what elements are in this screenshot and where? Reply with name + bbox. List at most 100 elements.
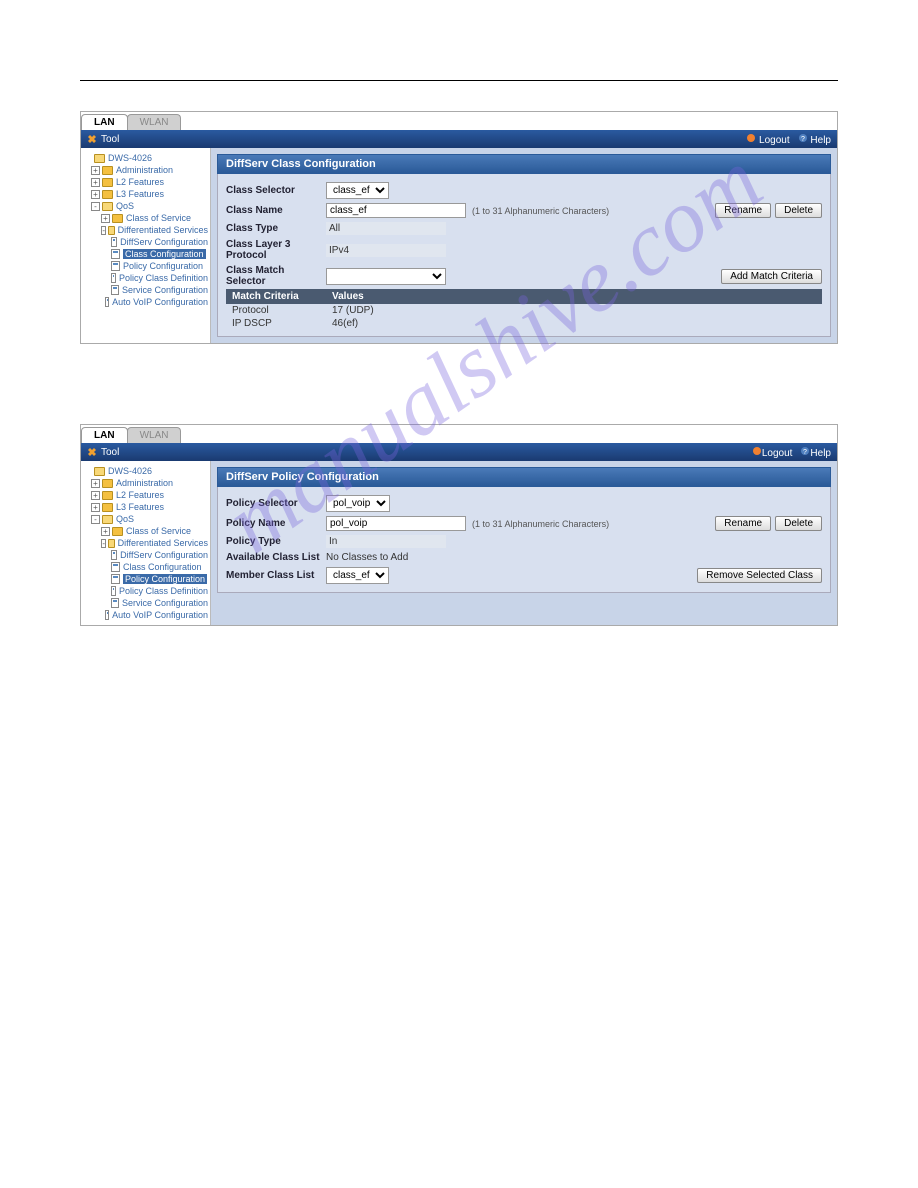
policy-selector[interactable]: pol_voip xyxy=(326,495,390,512)
tab-wlan[interactable]: WLAN xyxy=(127,114,182,130)
rename-button[interactable]: Rename xyxy=(715,203,771,218)
tree-root[interactable]: DWS-4026 xyxy=(83,465,208,477)
page-icon xyxy=(111,249,120,259)
folder-icon xyxy=(102,503,113,512)
tree-auto-voip[interactable]: Auto VoIP Configuration xyxy=(83,296,208,308)
folder-icon xyxy=(102,515,113,524)
tree-qos[interactable]: -QoS xyxy=(83,200,208,212)
tool-label[interactable]: Tool xyxy=(101,447,119,458)
tree-cos[interactable]: +Class of Service xyxy=(83,525,208,537)
match-selector[interactable] xyxy=(326,268,446,285)
tree-cos[interactable]: +Class of Service xyxy=(83,212,208,224)
tree-diff[interactable]: -Differentiated Services xyxy=(83,224,208,236)
tree-service-conf[interactable]: Service Configuration xyxy=(83,597,208,609)
tab-lan[interactable]: LAN xyxy=(81,114,128,130)
logout-link[interactable]: Logout xyxy=(752,446,793,459)
page-icon xyxy=(111,550,117,560)
class-name-label: Class Name xyxy=(226,205,326,216)
tree-l2[interactable]: +L2 Features xyxy=(83,176,208,188)
nav-tree: DWS-4026 +Administration +L2 Features +L… xyxy=(81,148,211,343)
member-class-label: Member Class List xyxy=(226,570,326,581)
help-link[interactable]: ?Help xyxy=(800,446,831,459)
collapse-icon[interactable]: - xyxy=(101,226,106,235)
tree-policy-class-def[interactable]: Policy Class Definition xyxy=(83,272,208,284)
help-icon: ? xyxy=(800,446,810,456)
expand-icon[interactable]: + xyxy=(101,214,110,223)
page-icon xyxy=(111,237,117,247)
help-link[interactable]: ? Help xyxy=(798,133,831,146)
folder-icon xyxy=(102,202,113,211)
svg-text:?: ? xyxy=(803,449,807,456)
tree-diffserv-conf[interactable]: DiffServ Configuration xyxy=(83,549,208,561)
tree-class-conf[interactable]: Class Configuration xyxy=(83,561,208,573)
collapse-icon[interactable]: - xyxy=(91,202,100,211)
tree-qos[interactable]: -QoS xyxy=(83,513,208,525)
policy-name-note: (1 to 31 Alphanumeric Characters) xyxy=(472,519,609,529)
tree-admin[interactable]: +Administration xyxy=(83,477,208,489)
tool-label[interactable]: Tool xyxy=(101,134,119,145)
delete-button[interactable]: Delete xyxy=(775,516,822,531)
table-row: IP DSCP 46(ef) xyxy=(226,317,822,330)
th-match: Match Criteria xyxy=(226,289,326,304)
folder-icon xyxy=(108,226,114,235)
avail-class-label: Available Class List xyxy=(226,552,326,563)
logout-icon xyxy=(746,133,756,143)
class-selector[interactable]: class_ef xyxy=(326,182,389,199)
rename-button[interactable]: Rename xyxy=(715,516,771,531)
class-type-value: All xyxy=(326,222,446,235)
screenshot-class-config: LAN WLAN Tool Logout ? Help xyxy=(80,111,838,344)
page-icon xyxy=(111,285,119,295)
page-icon xyxy=(111,273,116,283)
expand-icon[interactable]: + xyxy=(91,479,100,488)
screenshot-policy-config: LAN WLAN Tool Logout ?Help DWS-4026 +Adm… xyxy=(80,424,838,626)
add-match-button[interactable]: Add Match Criteria xyxy=(721,269,822,284)
table-row: Protocol 17 (UDP) xyxy=(226,304,822,317)
class-name-note: (1 to 31 Alphanumeric Characters) xyxy=(472,206,609,216)
class-type-label: Class Type xyxy=(226,223,326,234)
expand-icon[interactable]: + xyxy=(101,527,110,536)
logout-icon xyxy=(752,446,762,456)
tab-wlan[interactable]: WLAN xyxy=(127,427,182,443)
th-values: Values xyxy=(326,289,822,304)
tab-lan[interactable]: LAN xyxy=(81,427,128,443)
delete-button[interactable]: Delete xyxy=(775,203,822,218)
tree-class-conf[interactable]: Class Configuration xyxy=(83,248,208,260)
folder-icon xyxy=(102,166,113,175)
page-icon xyxy=(105,610,109,620)
tree-diffserv-conf[interactable]: DiffServ Configuration xyxy=(83,236,208,248)
tree-admin[interactable]: +Administration xyxy=(83,164,208,176)
expand-icon[interactable]: + xyxy=(91,178,100,187)
policy-selector-label: Policy Selector xyxy=(226,498,326,509)
expand-icon[interactable]: + xyxy=(91,190,100,199)
logout-link[interactable]: Logout xyxy=(746,133,789,146)
tree-diff[interactable]: -Differentiated Services xyxy=(83,537,208,549)
tree-l3[interactable]: +L3 Features xyxy=(83,501,208,513)
expand-icon[interactable]: + xyxy=(91,503,100,512)
tree-l3[interactable]: +L3 Features xyxy=(83,188,208,200)
tree-policy-conf[interactable]: Policy Configuration xyxy=(83,260,208,272)
remove-selected-button[interactable]: Remove Selected Class xyxy=(697,568,822,583)
tree-auto-voip[interactable]: Auto VoIP Configuration xyxy=(83,609,208,621)
folder-icon xyxy=(102,479,113,488)
help-icon: ? xyxy=(798,133,808,143)
collapse-icon[interactable]: - xyxy=(101,539,106,548)
tree-policy-class-def[interactable]: Policy Class Definition xyxy=(83,585,208,597)
nav-tree: DWS-4026 +Administration +L2 Features +L… xyxy=(81,461,211,625)
expand-icon[interactable]: + xyxy=(91,491,100,500)
policy-name-input[interactable] xyxy=(326,516,466,531)
tree-policy-conf[interactable]: Policy Configuration xyxy=(83,573,208,585)
folder-icon xyxy=(102,178,113,187)
tree-service-conf[interactable]: Service Configuration xyxy=(83,284,208,296)
folder-icon xyxy=(102,491,113,500)
folder-icon xyxy=(94,467,105,476)
expand-icon[interactable]: + xyxy=(91,166,100,175)
page-icon xyxy=(111,562,120,572)
collapse-icon[interactable]: - xyxy=(91,515,100,524)
member-class-select[interactable]: class_ef xyxy=(326,567,389,584)
page-icon xyxy=(105,297,109,307)
tree-root[interactable]: DWS-4026 xyxy=(83,152,208,164)
policy-type-label: Policy Type xyxy=(226,536,326,547)
class-name-input[interactable] xyxy=(326,203,466,218)
match-selector-label: Class Match Selector xyxy=(226,265,326,287)
tree-l2[interactable]: +L2 Features xyxy=(83,489,208,501)
